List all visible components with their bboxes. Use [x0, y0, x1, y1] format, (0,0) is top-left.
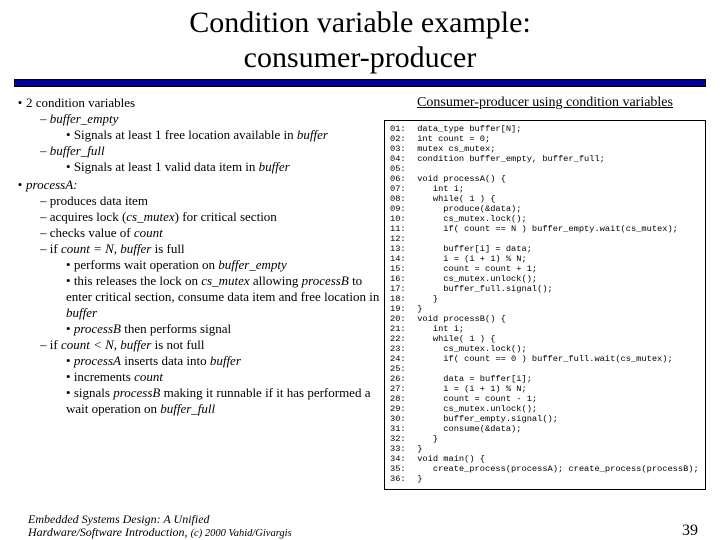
pa-full-release-mid: allowing [250, 273, 302, 288]
pa-full-release-pre: this releases the lock on [74, 273, 201, 288]
pa-full-wait: performs wait operation on buffer_empty [66, 257, 384, 273]
pa-if-full-post: is full [151, 241, 184, 256]
pa-acquires-post: ) for critical section [175, 209, 277, 224]
pa-if-full: if count = N, buffer is full performs wa… [40, 241, 384, 337]
processb-word: processB [302, 273, 349, 288]
title-line-2: consumer-producer [244, 41, 477, 74]
count-word: count [134, 225, 163, 240]
slide-title: Condition variable example: consumer-pro… [0, 6, 720, 75]
bullet-processa: •processA: produces data item acquires l… [14, 177, 384, 417]
buffer-empty-name: buffer_empty [50, 111, 119, 126]
footer-copyright: (c) 2000 Vahid/Givargis [191, 528, 292, 539]
processa-word: processA [74, 353, 121, 368]
buffer-word-4: buffer [210, 353, 241, 368]
pa-if-full-cond: count = N, buffer [61, 241, 151, 256]
bullet-condvars: •2 condition variables buffer_empty Sign… [14, 95, 384, 175]
buffer-empty-detail: Signals at least 1 free location availab… [66, 127, 384, 143]
processb-word-2: processB [74, 321, 121, 336]
footer-line-1: Embedded Systems Design: A Unified [28, 512, 210, 526]
pa-acquires: acquires lock (cs_mutex) for critical se… [40, 209, 384, 225]
cs-mutex-word-2: cs_mutex [201, 273, 249, 288]
code-listing: 01: data_type buffer[N]; 02: int count =… [384, 120, 706, 490]
item-buffer-empty: buffer_empty Signals at least 1 free loc… [40, 111, 384, 143]
processa-heading: processA: [26, 177, 78, 192]
pa-full-signal-post: then performs signal [121, 321, 231, 336]
buffer-full-detail: Signals at least 1 valid data item in bu… [66, 159, 384, 175]
title-divider [14, 79, 706, 87]
condvars-heading: 2 condition variables [26, 95, 135, 110]
footer: Embedded Systems Design: A Unified Hardw… [0, 513, 720, 540]
pa-full-release: this releases the lock on cs_mutex allow… [66, 273, 384, 321]
pa-nf-signal: signals processB making it runnable if i… [66, 385, 384, 417]
code-heading: Consumer-producer using condition variab… [384, 95, 706, 111]
left-column: •2 condition variables buffer_empty Sign… [14, 95, 384, 498]
buffer-full-name: buffer_full [50, 143, 105, 158]
pa-nf-insert-mid: inserts data into [121, 353, 210, 368]
buffer-empty-word: buffer_empty [218, 257, 287, 272]
body-columns: •2 condition variables buffer_empty Sign… [14, 95, 706, 498]
pa-checks-pre: checks value of [50, 225, 134, 240]
pa-if-notfull-cond: count < N, buffer [61, 337, 151, 352]
buffer-word-2: buffer [259, 159, 290, 174]
pa-full-wait-pre: performs wait operation on [74, 257, 218, 272]
right-column: Consumer-producer using condition variab… [384, 95, 706, 498]
title-line-1: Condition variable example: [189, 6, 531, 39]
pa-nf-insert: processA inserts data into buffer [66, 353, 384, 369]
footer-text: Embedded Systems Design: A Unified Hardw… [28, 513, 292, 540]
page-number: 39 [682, 522, 698, 540]
footer-line-2a: Hardware/Software Introduction, [28, 525, 191, 539]
cs-mutex-word: cs_mutex [126, 209, 174, 224]
buffer-full-word: buffer_full [160, 401, 215, 416]
buffer-full-detail-text: Signals at least 1 valid data item in [74, 159, 259, 174]
buffer-word: buffer [297, 127, 328, 142]
pa-if-notfull: if count < N, buffer is not full process… [40, 337, 384, 417]
buffer-empty-detail-text: Signals at least 1 free location availab… [74, 127, 297, 142]
item-buffer-full: buffer_full Signals at least 1 valid dat… [40, 143, 384, 175]
pa-nf-incr-pre: increments [74, 369, 134, 384]
count-word-2: count [134, 369, 163, 384]
slide: Condition variable example: consumer-pro… [0, 6, 720, 540]
pa-checks: checks value of count [40, 225, 384, 241]
pa-produces: produces data item [40, 193, 384, 209]
buffer-word-3: buffer [66, 305, 97, 320]
pa-if-notfull-post: is not full [151, 337, 204, 352]
pa-if-full-pre: if [50, 241, 61, 256]
pa-if-notfull-pre: if [50, 337, 61, 352]
pa-nf-incr: increments count [66, 369, 384, 385]
pa-acquires-pre: acquires lock ( [50, 209, 127, 224]
pa-full-signal: processB then performs signal [66, 321, 384, 337]
pa-nf-signal-pre: signals [74, 385, 113, 400]
processb-word-3: processB [113, 385, 160, 400]
